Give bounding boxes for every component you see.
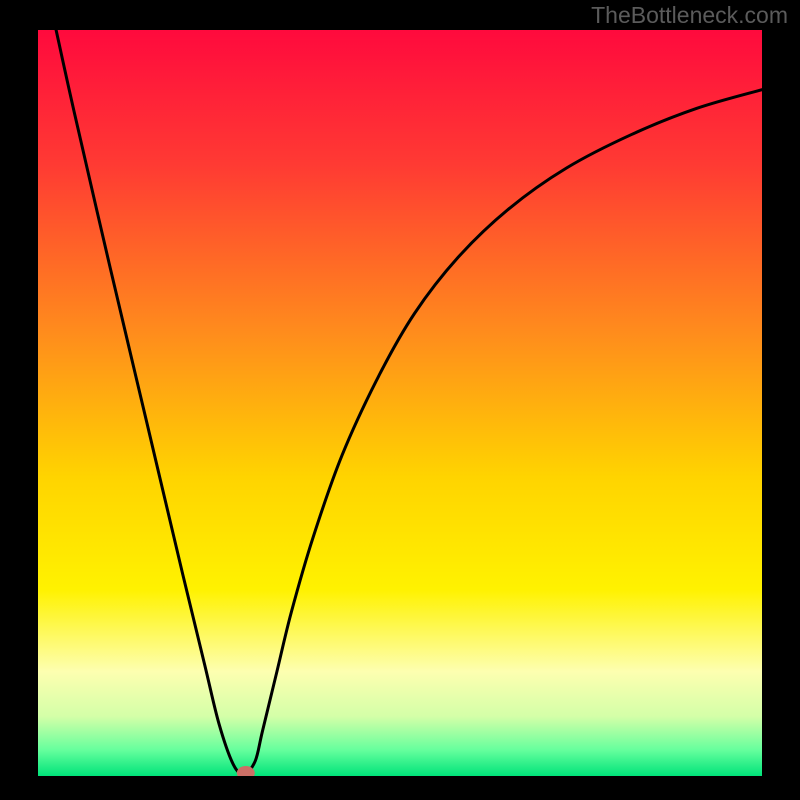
bottleneck-plot [38, 30, 762, 776]
chart-frame: TheBottleneck.com [0, 0, 800, 800]
watermark-text: TheBottleneck.com [591, 2, 788, 29]
plot-svg [38, 30, 762, 776]
gradient-background [38, 30, 762, 776]
